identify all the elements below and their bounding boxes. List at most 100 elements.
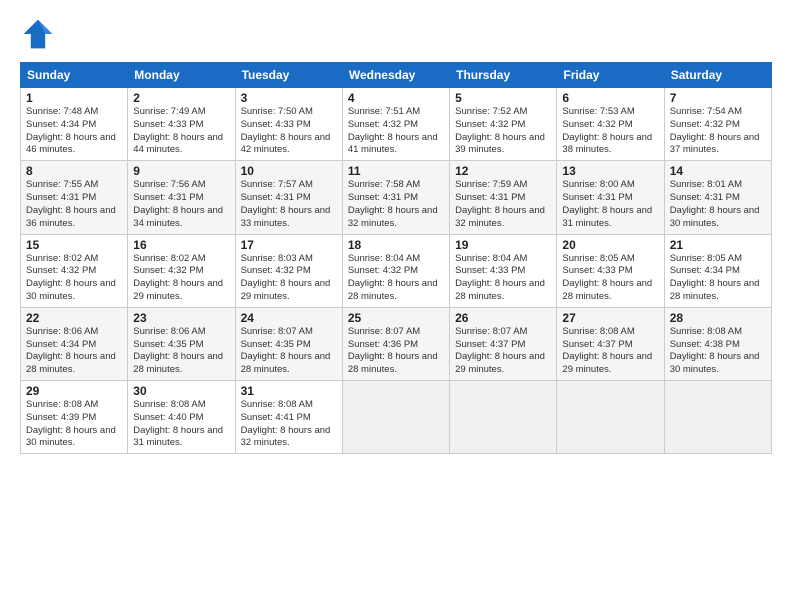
day-info: Sunrise: 8:05 AMSunset: 4:33 PMDaylight:… [562, 253, 658, 304]
day-number: 19 [455, 238, 551, 252]
day-number: 30 [133, 384, 229, 398]
calendar-cell: 5Sunrise: 7:52 AMSunset: 4:32 PMDaylight… [450, 88, 557, 161]
day-number: 25 [348, 311, 444, 325]
calendar-header-sunday: Sunday [21, 63, 128, 88]
calendar-cell: 2Sunrise: 7:49 AMSunset: 4:33 PMDaylight… [128, 88, 235, 161]
calendar-cell [557, 381, 664, 454]
calendar-cell: 10Sunrise: 7:57 AMSunset: 4:31 PMDayligh… [235, 161, 342, 234]
day-number: 11 [348, 164, 444, 178]
day-info: Sunrise: 7:55 AMSunset: 4:31 PMDaylight:… [26, 179, 122, 230]
calendar-cell: 27Sunrise: 8:08 AMSunset: 4:37 PMDayligh… [557, 307, 664, 380]
calendar-cell: 30Sunrise: 8:08 AMSunset: 4:40 PMDayligh… [128, 381, 235, 454]
calendar-cell: 7Sunrise: 7:54 AMSunset: 4:32 PMDaylight… [664, 88, 771, 161]
day-info: Sunrise: 8:06 AMSunset: 4:34 PMDaylight:… [26, 326, 122, 377]
day-number: 23 [133, 311, 229, 325]
calendar-cell: 12Sunrise: 7:59 AMSunset: 4:31 PMDayligh… [450, 161, 557, 234]
calendar-week-row: 1Sunrise: 7:48 AMSunset: 4:34 PMDaylight… [21, 88, 772, 161]
calendar-cell: 24Sunrise: 8:07 AMSunset: 4:35 PMDayligh… [235, 307, 342, 380]
calendar-cell: 3Sunrise: 7:50 AMSunset: 4:33 PMDaylight… [235, 88, 342, 161]
day-number: 13 [562, 164, 658, 178]
day-number: 18 [348, 238, 444, 252]
day-number: 14 [670, 164, 766, 178]
day-number: 4 [348, 91, 444, 105]
calendar-header-friday: Friday [557, 63, 664, 88]
calendar-cell: 22Sunrise: 8:06 AMSunset: 4:34 PMDayligh… [21, 307, 128, 380]
calendar-header-wednesday: Wednesday [342, 63, 449, 88]
day-number: 10 [241, 164, 337, 178]
day-info: Sunrise: 8:00 AMSunset: 4:31 PMDaylight:… [562, 179, 658, 230]
day-info: Sunrise: 8:08 AMSunset: 4:37 PMDaylight:… [562, 326, 658, 377]
calendar-cell [342, 381, 449, 454]
calendar-cell: 9Sunrise: 7:56 AMSunset: 4:31 PMDaylight… [128, 161, 235, 234]
calendar-cell: 17Sunrise: 8:03 AMSunset: 4:32 PMDayligh… [235, 234, 342, 307]
calendar-cell: 21Sunrise: 8:05 AMSunset: 4:34 PMDayligh… [664, 234, 771, 307]
day-number: 28 [670, 311, 766, 325]
day-number: 27 [562, 311, 658, 325]
day-number: 20 [562, 238, 658, 252]
day-number: 15 [26, 238, 122, 252]
day-info: Sunrise: 7:51 AMSunset: 4:32 PMDaylight:… [348, 106, 444, 157]
day-number: 9 [133, 164, 229, 178]
day-info: Sunrise: 8:08 AMSunset: 4:40 PMDaylight:… [133, 399, 229, 450]
day-info: Sunrise: 7:59 AMSunset: 4:31 PMDaylight:… [455, 179, 551, 230]
day-info: Sunrise: 8:07 AMSunset: 4:37 PMDaylight:… [455, 326, 551, 377]
header [20, 16, 772, 52]
day-info: Sunrise: 7:58 AMSunset: 4:31 PMDaylight:… [348, 179, 444, 230]
day-number: 26 [455, 311, 551, 325]
calendar-cell: 23Sunrise: 8:06 AMSunset: 4:35 PMDayligh… [128, 307, 235, 380]
calendar-cell: 1Sunrise: 7:48 AMSunset: 4:34 PMDaylight… [21, 88, 128, 161]
calendar-header-row: SundayMondayTuesdayWednesdayThursdayFrid… [21, 63, 772, 88]
day-number: 17 [241, 238, 337, 252]
day-info: Sunrise: 8:08 AMSunset: 4:41 PMDaylight:… [241, 399, 337, 450]
calendar-week-row: 15Sunrise: 8:02 AMSunset: 4:32 PMDayligh… [21, 234, 772, 307]
day-info: Sunrise: 7:48 AMSunset: 4:34 PMDaylight:… [26, 106, 122, 157]
day-info: Sunrise: 8:08 AMSunset: 4:38 PMDaylight:… [670, 326, 766, 377]
calendar-week-row: 8Sunrise: 7:55 AMSunset: 4:31 PMDaylight… [21, 161, 772, 234]
calendar-cell [450, 381, 557, 454]
day-info: Sunrise: 8:08 AMSunset: 4:39 PMDaylight:… [26, 399, 122, 450]
day-info: Sunrise: 8:07 AMSunset: 4:36 PMDaylight:… [348, 326, 444, 377]
calendar-cell: 29Sunrise: 8:08 AMSunset: 4:39 PMDayligh… [21, 381, 128, 454]
calendar-cell: 25Sunrise: 8:07 AMSunset: 4:36 PMDayligh… [342, 307, 449, 380]
day-info: Sunrise: 7:50 AMSunset: 4:33 PMDaylight:… [241, 106, 337, 157]
calendar-header-thursday: Thursday [450, 63, 557, 88]
day-number: 1 [26, 91, 122, 105]
page: SundayMondayTuesdayWednesdayThursdayFrid… [0, 0, 792, 612]
calendar-cell: 14Sunrise: 8:01 AMSunset: 4:31 PMDayligh… [664, 161, 771, 234]
calendar-cell: 13Sunrise: 8:00 AMSunset: 4:31 PMDayligh… [557, 161, 664, 234]
day-info: Sunrise: 8:02 AMSunset: 4:32 PMDaylight:… [26, 253, 122, 304]
day-info: Sunrise: 7:52 AMSunset: 4:32 PMDaylight:… [455, 106, 551, 157]
day-info: Sunrise: 7:49 AMSunset: 4:33 PMDaylight:… [133, 106, 229, 157]
day-number: 6 [562, 91, 658, 105]
calendar-table: SundayMondayTuesdayWednesdayThursdayFrid… [20, 62, 772, 454]
calendar-cell: 16Sunrise: 8:02 AMSunset: 4:32 PMDayligh… [128, 234, 235, 307]
day-number: 16 [133, 238, 229, 252]
day-info: Sunrise: 7:57 AMSunset: 4:31 PMDaylight:… [241, 179, 337, 230]
day-number: 8 [26, 164, 122, 178]
day-number: 7 [670, 91, 766, 105]
calendar-cell: 8Sunrise: 7:55 AMSunset: 4:31 PMDaylight… [21, 161, 128, 234]
day-info: Sunrise: 8:03 AMSunset: 4:32 PMDaylight:… [241, 253, 337, 304]
day-number: 24 [241, 311, 337, 325]
calendar-week-row: 29Sunrise: 8:08 AMSunset: 4:39 PMDayligh… [21, 381, 772, 454]
day-number: 31 [241, 384, 337, 398]
calendar-header-saturday: Saturday [664, 63, 771, 88]
day-info: Sunrise: 8:05 AMSunset: 4:34 PMDaylight:… [670, 253, 766, 304]
day-number: 5 [455, 91, 551, 105]
logo [20, 16, 60, 52]
logo-icon [20, 16, 56, 52]
calendar-cell: 26Sunrise: 8:07 AMSunset: 4:37 PMDayligh… [450, 307, 557, 380]
calendar-header-tuesday: Tuesday [235, 63, 342, 88]
day-number: 21 [670, 238, 766, 252]
calendar-cell: 11Sunrise: 7:58 AMSunset: 4:31 PMDayligh… [342, 161, 449, 234]
day-number: 29 [26, 384, 122, 398]
calendar-cell: 19Sunrise: 8:04 AMSunset: 4:33 PMDayligh… [450, 234, 557, 307]
day-number: 22 [26, 311, 122, 325]
calendar-cell: 18Sunrise: 8:04 AMSunset: 4:32 PMDayligh… [342, 234, 449, 307]
day-info: Sunrise: 8:02 AMSunset: 4:32 PMDaylight:… [133, 253, 229, 304]
day-info: Sunrise: 8:04 AMSunset: 4:32 PMDaylight:… [348, 253, 444, 304]
day-number: 12 [455, 164, 551, 178]
day-info: Sunrise: 7:53 AMSunset: 4:32 PMDaylight:… [562, 106, 658, 157]
day-info: Sunrise: 8:04 AMSunset: 4:33 PMDaylight:… [455, 253, 551, 304]
calendar-cell: 15Sunrise: 8:02 AMSunset: 4:32 PMDayligh… [21, 234, 128, 307]
